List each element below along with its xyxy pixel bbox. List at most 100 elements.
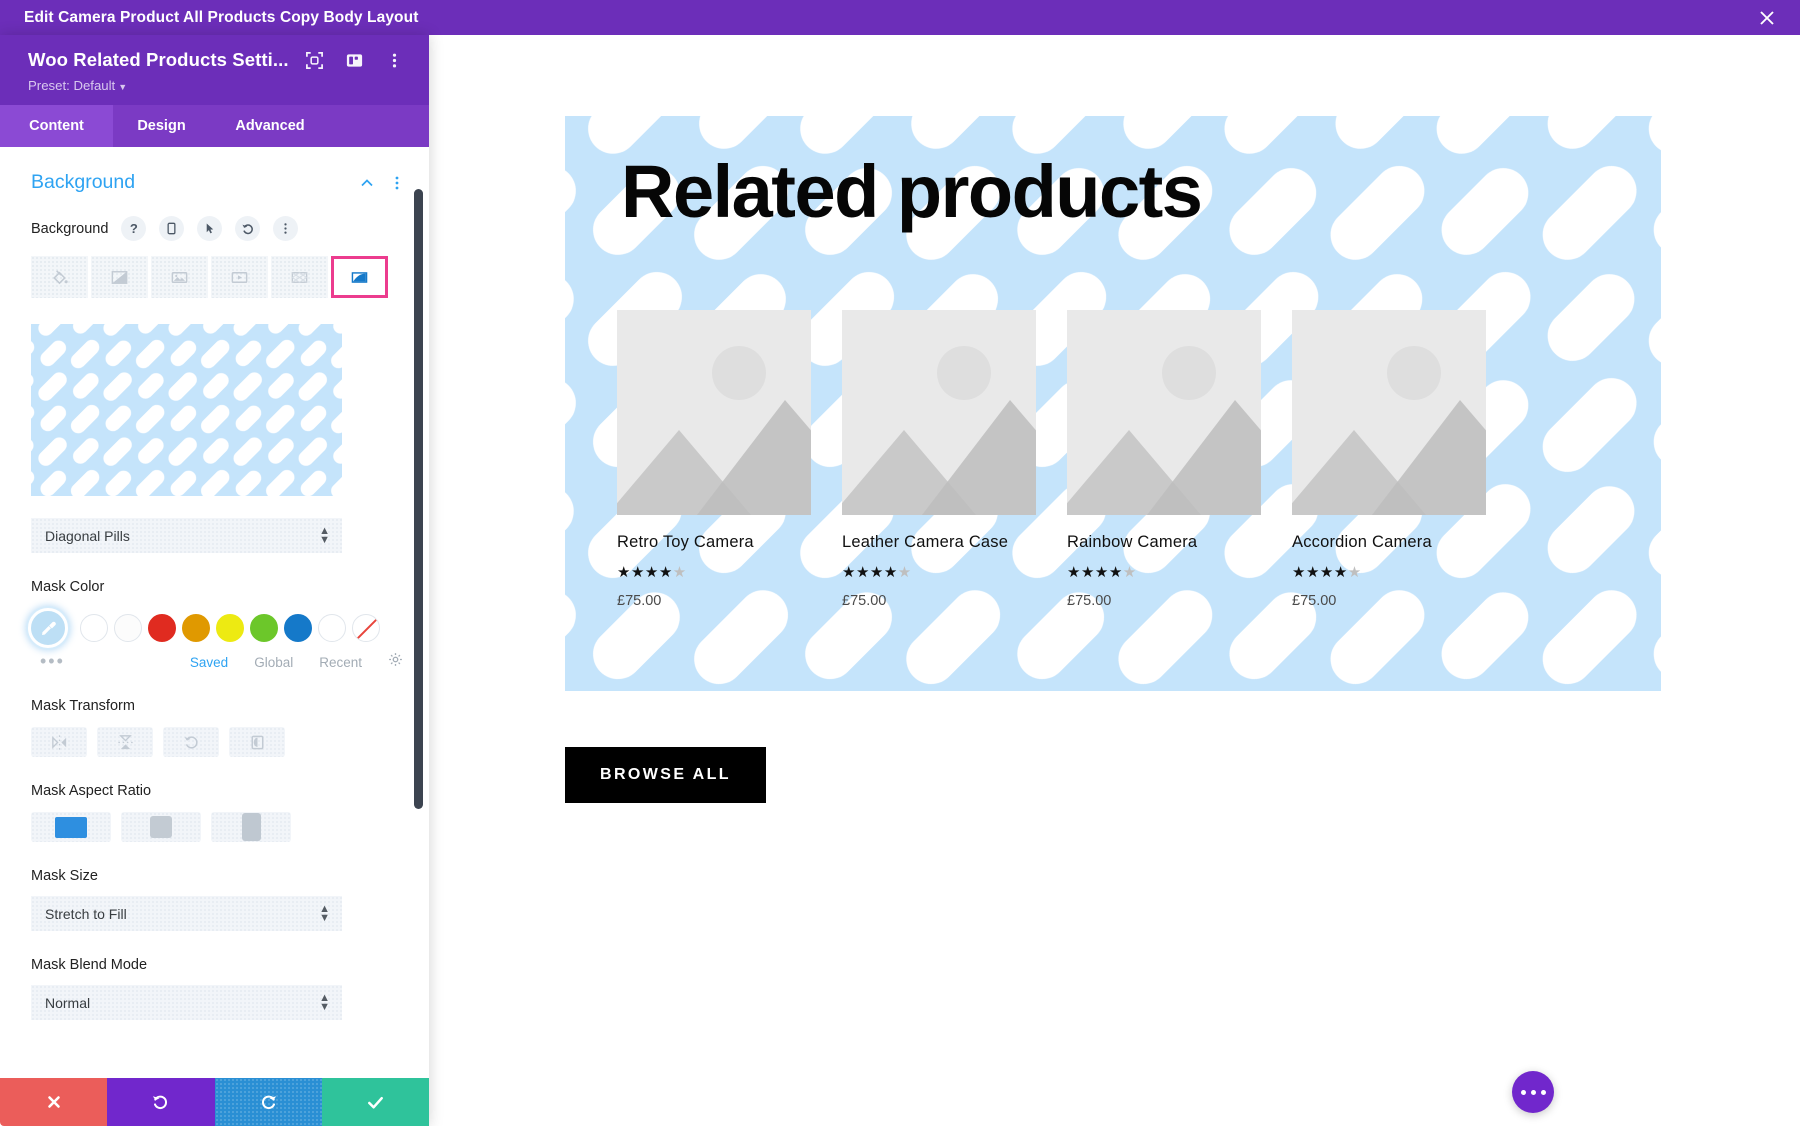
mask-aspect-ratio-label: Mask Aspect Ratio <box>31 783 152 799</box>
aspect-square-button[interactable] <box>121 812 201 842</box>
background-mask-button[interactable] <box>331 256 388 298</box>
product-rating: ★★★★★ <box>1067 565 1261 580</box>
reset-undo-icon[interactable] <box>235 216 261 241</box>
product-image-placeholder <box>842 310 1036 515</box>
product-price: £75.00 <box>617 593 662 609</box>
select-arrows-icon: ▲ ▼ <box>319 524 330 546</box>
focus-target-icon[interactable] <box>305 51 324 70</box>
product-name: Leather Camera Case <box>842 533 1009 551</box>
background-field-label: Background <box>31 220 109 237</box>
swatch-orange[interactable] <box>182 614 210 642</box>
rating-empty: ★ <box>672 564 687 581</box>
mask-size-select[interactable]: Stretch to Fill ▲ ▼ <box>31 896 342 931</box>
flip-horizontal-icon[interactable] <box>31 727 87 757</box>
panel-scrollbar[interactable] <box>414 189 423 809</box>
swatch-blue[interactable] <box>284 614 312 642</box>
invert-icon[interactable] <box>229 727 285 757</box>
chevron-up-icon[interactable] <box>359 175 375 191</box>
color-tab-saved[interactable]: Saved <box>190 655 228 670</box>
page-canvas: Related products Retro Toy Camera ★★★★★ … <box>429 35 1800 1126</box>
mask-size-value: Stretch to Fill <box>45 905 127 922</box>
product-name: Rainbow Camera <box>1067 533 1198 551</box>
product-name: Accordion Camera <box>1292 533 1432 551</box>
swatch-green[interactable] <box>250 614 278 642</box>
panel-header: Woo Related Products Setti... Preset: De… <box>0 35 429 105</box>
select-arrows-icon: ▲ ▼ <box>319 991 330 1013</box>
fab-dot <box>1520 1089 1526 1095</box>
product-image-placeholder <box>1292 310 1486 515</box>
panel-title: Woo Related Products Setti... <box>28 49 289 70</box>
save-button[interactable] <box>321 1078 429 1126</box>
aspect-landscape-button[interactable] <box>31 812 111 842</box>
section-options-icon[interactable] <box>389 175 405 191</box>
undo-button[interactable] <box>107 1078 215 1126</box>
preset-selector[interactable]: Preset: Default ▼ <box>28 78 127 93</box>
swatch-transparent[interactable] <box>352 614 380 642</box>
layout-columns-icon[interactable] <box>345 51 364 70</box>
panel-tabs: Content Design Advanced <box>0 105 429 147</box>
tab-design[interactable]: Design <box>113 105 210 147</box>
settings-panel: Woo Related Products Setti... Preset: De… <box>0 35 429 1126</box>
vertical-ellipsis-icon[interactable] <box>385 51 404 70</box>
browse-all-button[interactable]: BROWSE ALL <box>565 747 766 803</box>
preset-label: Preset: Default <box>28 78 116 93</box>
rating-empty: ★ <box>897 564 912 581</box>
help-icon[interactable]: ? <box>121 216 147 241</box>
page-title: Related products <box>621 150 1203 233</box>
select-arrows-icon: ▲ ▼ <box>319 902 330 924</box>
more-options-fab[interactable] <box>1512 1071 1554 1113</box>
panel-footer <box>0 1078 429 1126</box>
color-tab-recent[interactable]: Recent <box>319 655 362 670</box>
mask-color-label: Mask Color <box>31 579 105 595</box>
product-card[interactable]: Retro Toy Camera ★★★★★ £75.00 <box>617 310 811 609</box>
fab-dot <box>1530 1089 1536 1095</box>
product-image-placeholder <box>1067 310 1261 515</box>
rating-filled: ★★★★ <box>1292 564 1348 581</box>
background-type-selector <box>0 241 429 298</box>
color-tab-global[interactable]: Global <box>254 655 293 670</box>
mask-blend-mode-select[interactable]: Normal ▲ ▼ <box>31 985 342 1020</box>
background-options-icon[interactable] <box>273 216 299 241</box>
rating-empty: ★ <box>1347 564 1362 581</box>
redo-button[interactable] <box>214 1078 322 1126</box>
background-color-button[interactable] <box>31 256 88 298</box>
product-price: £75.00 <box>842 593 887 609</box>
swatch-white-1[interactable] <box>80 614 108 642</box>
product-card[interactable]: Accordion Camera ★★★★★ £75.00 <box>1292 310 1486 609</box>
product-price: £75.00 <box>1067 593 1112 609</box>
mask-transform-buttons <box>0 714 429 757</box>
section-title: Background <box>31 171 136 193</box>
hover-cursor-icon[interactable] <box>197 216 223 241</box>
background-gradient-button[interactable] <box>91 256 148 298</box>
background-pattern-button[interactable] <box>271 256 328 298</box>
aspect-portrait-button[interactable] <box>211 812 291 842</box>
product-rating: ★★★★★ <box>842 565 1036 580</box>
top-bar: Edit Camera Product All Products Copy Bo… <box>0 0 1800 35</box>
mask-style-select[interactable]: Diagonal Pills ▲ ▼ <box>31 518 342 553</box>
background-image-button[interactable] <box>151 256 208 298</box>
tab-advanced[interactable]: Advanced <box>210 105 330 147</box>
gear-icon[interactable] <box>388 652 403 672</box>
product-name: Retro Toy Camera <box>617 533 754 551</box>
mask-preview <box>31 324 342 496</box>
mask-blend-mode-label: Mask Blend Mode <box>31 957 148 973</box>
product-card[interactable]: Rainbow Camera ★★★★★ £75.00 <box>1067 310 1261 609</box>
related-products-section: Related products Retro Toy Camera ★★★★★ … <box>565 116 1661 691</box>
rating-empty: ★ <box>1122 564 1137 581</box>
swatch-red[interactable] <box>148 614 176 642</box>
swatch-yellow[interactable] <box>216 614 244 642</box>
cancel-button[interactable] <box>0 1078 108 1126</box>
background-field-row: Background ? <box>0 194 429 241</box>
background-video-button[interactable] <box>211 256 268 298</box>
responsive-phone-icon[interactable] <box>159 216 185 241</box>
tab-content[interactable]: Content <box>0 105 113 147</box>
eyedropper-icon[interactable] <box>28 608 68 648</box>
swatch-white-2[interactable] <box>114 614 142 642</box>
rotate-icon[interactable] <box>163 727 219 757</box>
close-icon[interactable] <box>1756 7 1778 29</box>
product-card[interactable]: Leather Camera Case ★★★★★ £75.00 <box>842 310 1036 609</box>
flip-vertical-icon[interactable] <box>97 727 153 757</box>
background-section-header: Background <box>0 147 429 194</box>
swatch-white-3[interactable] <box>318 614 346 642</box>
panel-body: Background Background ? Diagonal Pills ▲… <box>0 147 429 1078</box>
